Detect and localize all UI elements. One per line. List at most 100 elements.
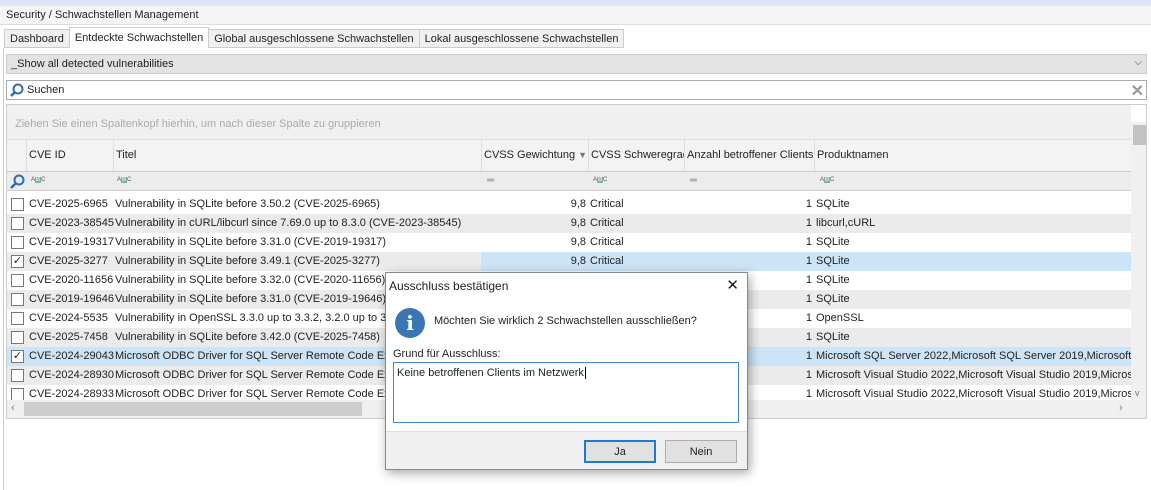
row-checkbox[interactable] [11,274,24,287]
product-names: SQLite [816,255,850,267]
tab-entdeckte-schwachstellen[interactable]: Entdeckte Schwachstellen [68,27,210,48]
search-input[interactable]: Suchen ✕ [6,80,1147,100]
row-checkbox[interactable] [11,369,24,382]
filter-row: ABC ABC ═ ABC ═ ABC [7,172,1131,191]
reason-label: Grund für Ausschluss: [393,348,501,360]
row-checkbox[interactable]: ✓ [11,350,24,363]
text-filter-icon[interactable]: ABC [593,177,607,183]
cvss-score: 9,8 [570,236,586,248]
text-filter-icon[interactable]: ABC [820,177,834,183]
product-names: Microsoft Visual Studio 2022,Microsoft V… [816,388,1131,400]
sort-descending-icon: ▼ [578,150,588,160]
column-header-label: CVSS Gewichtung [484,149,576,161]
row-checkbox[interactable] [11,198,24,211]
cve-id: CVE-2024-28930 [29,369,115,381]
cvss-severity: Critical [590,236,624,248]
cve-id: CVE-2020-11656 [29,274,114,286]
column-header-cve-id[interactable]: CVE ID [26,140,113,171]
chevron-down-icon[interactable]: ⌵ [1134,57,1142,68]
row-checkbox[interactable]: ✓ [11,255,24,268]
product-names: SQLite [816,293,850,305]
column-header-anzahl-clients[interactable]: Anzahl betroffener Clients [684,140,814,171]
cve-id: CVE-2024-28933 [29,388,115,400]
row-checkbox[interactable] [11,312,24,325]
group-by-area[interactable]: Ziehen Sie einen Spaltenkopf hierhin, um… [7,105,1131,140]
cvss-severity: Critical [590,217,624,229]
cve-id: CVE-2023-38545 [29,217,115,229]
affected-clients: 1 [805,198,812,210]
cve-id: CVE-2024-5535 [29,312,108,324]
row-checkbox[interactable] [11,217,24,230]
dialog-footer: Ja Nein [386,431,747,469]
cvss-score: 9,8 [570,255,586,267]
cve-id: CVE-2024-29043 [29,350,115,362]
cvss-score: 9,8 [570,217,586,229]
confirm-exclusion-dialog: Ausschluss bestätigen ✕ i Möchten Sie wi… [385,272,748,470]
product-names: SQLite [816,331,850,343]
product-names: SQLite [816,198,850,210]
table-row[interactable]: CVE-2023-38545 Vulnerability in cURL/lib… [7,214,1131,233]
affected-clients: 1 [805,255,812,267]
equals-filter-icon[interactable]: ═ [690,175,697,186]
search-placeholder: Suchen [27,84,65,96]
cvss-severity: Critical [590,198,624,210]
close-icon[interactable]: ✕ [1131,81,1144,101]
column-header-cvss-schweregrad[interactable]: CVSS Schweregrad [588,140,684,171]
cve-id: CVE-2019-19646 [29,293,115,305]
product-names: OpenSSL [816,312,864,324]
vertical-scrollbar-thumb[interactable] [1133,125,1146,145]
row-checkbox[interactable] [11,293,24,306]
affected-clients: 1 [805,236,812,248]
cve-id: CVE-2025-6965 [29,198,108,210]
cve-id: CVE-2019-19317 [29,236,115,248]
cve-id: CVE-2025-3277 [29,255,108,267]
cvss-score: 9,8 [570,198,586,210]
product-names: SQLite [816,236,850,248]
filter-dropdown[interactable]: _Show all detected vulnerabilities ⌵ [6,54,1147,74]
reason-input-value: Keine betroffenen Clients im Netzwerk [397,367,584,379]
scroll-left-icon[interactable]: ‹ [11,402,15,414]
scroll-down-icon[interactable]: v [1135,388,1140,398]
title: Vulnerability in SQLite before 3.49.1 (C… [115,255,380,267]
row-checkbox[interactable] [11,331,24,344]
affected-clients: 1 [805,217,812,229]
text-cursor [584,367,586,379]
table-row[interactable]: CVE-2025-6965 Vulnerability in SQLite be… [7,195,1131,214]
vertical-scrollbar[interactable] [1131,122,1146,418]
column-header-cvss-gewichtung[interactable]: CVSS Gewichtung ▼ [481,140,588,171]
text-filter-icon[interactable]: ABC [117,177,131,183]
scroll-right-icon[interactable]: › [1119,402,1123,414]
product-names: SQLite [816,274,850,286]
grid-header: CVE ID Titel CVSS Gewichtung ▼ CVSS Schw… [7,140,1131,172]
breadcrumb: Security / Schwachstellen Management [0,6,1151,25]
horizontal-scrollbar-thumb[interactable] [24,402,362,416]
reason-input[interactable]: Keine betroffenen Clients im Netzwerk [393,362,739,423]
equals-filter-icon[interactable]: ═ [487,175,494,186]
search-icon[interactable] [10,174,25,189]
filter-dropdown-value: _Show all detected vulnerabilities [11,58,174,70]
product-names: Microsoft SQL Server 2022,Microsoft SQL … [816,350,1131,362]
table-row[interactable]: CVE-2019-19317 Vulnerability in SQLite b… [7,233,1131,252]
dialog-message: Möchten Sie wirklich 2 Schwachstellen au… [434,315,697,327]
no-button[interactable]: Nein [665,440,737,463]
product-names: Microsoft Visual Studio 2022,Microsoft V… [816,369,1131,381]
tab-lokal-ausgeschlossene-schwachstellen[interactable]: Lokal ausgeschlossene Schwachstellen [418,29,625,48]
title: Vulnerability in SQLite before 3.31.0 (C… [115,236,387,248]
title: Vulnerability in cURL/libcurl since 7.69… [115,217,462,229]
tab-dashboard[interactable]: Dashboard [4,29,70,48]
yes-button[interactable]: Ja [584,440,656,463]
dialog-title: Ausschluss bestätigen [389,279,509,293]
search-icon [10,83,24,97]
table-row[interactable]: ✓ CVE-2025-3277 Vulnerability in SQLite … [7,252,1131,271]
product-names: libcurl,cURL [816,217,876,229]
title: Vulnerability in SQLite before 3.50.2 (C… [115,198,380,210]
column-header-produktnamen[interactable]: Produktnamen [814,140,1131,171]
cve-id: CVE-2025-7458 [29,331,108,343]
cvss-severity: Critical [590,255,624,267]
row-checkbox[interactable] [11,236,24,249]
close-icon[interactable]: ✕ [726,276,739,294]
text-filter-icon[interactable]: ABC [31,177,45,183]
column-header-titel[interactable]: Titel [113,140,481,171]
info-icon: i [395,308,425,338]
tab-global-ausgeschlossene-schwachstellen[interactable]: Global ausgeschlossene Schwachstellen [208,29,420,48]
